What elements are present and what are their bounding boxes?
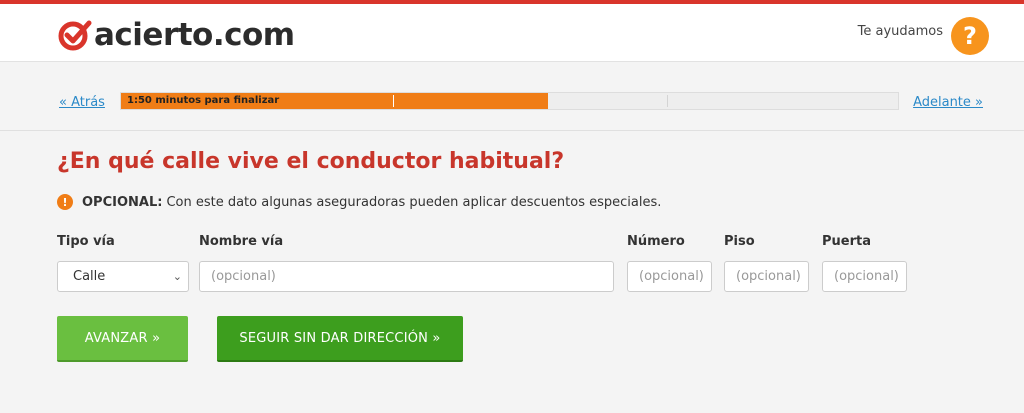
main-content: ¿En qué calle vive el conductor habitual… [0,131,1024,413]
next-link[interactable]: Adelante » [913,95,983,110]
tipo-via-label: Tipo vía [57,234,115,249]
logo[interactable]: acierto.com [58,18,295,52]
puerta-input[interactable]: (opcional) [822,261,907,292]
back-link[interactable]: « Atrás [59,95,105,110]
header: acierto.com Te ayudamos ? [0,4,1024,62]
question-title: ¿En qué calle vive el conductor habitual… [57,149,565,174]
tipo-via-value: Calle [73,269,106,284]
nombre-via-label: Nombre vía [199,234,284,249]
question-mark-icon[interactable]: ? [951,17,989,55]
help-text: Te ayudamos [857,23,943,39]
chevron-down-icon: ⌄ [172,270,182,283]
note-prefix: OPCIONAL: [82,194,163,210]
progress-section: « Atrás 1:50 minutos para finalizar Adel… [0,62,1024,131]
progress-tick [393,95,394,107]
piso-label: Piso [724,234,755,249]
progress-time-label: 1:50 minutos para finalizar [127,95,280,106]
checkmark-logo-icon [58,20,92,51]
skip-address-button[interactable]: SEGUIR SIN DAR DIRECCIÓN » [217,316,463,362]
exclamation-icon: ! [57,194,73,210]
puerta-label: Puerta [822,234,871,249]
logo-text: acierto.com [94,17,295,53]
tipo-via-select[interactable]: Calle ⌄ [57,261,189,292]
advance-button[interactable]: AVANZAR » [57,316,188,362]
numero-label: Número [627,234,685,249]
progress-tick [667,95,668,107]
nombre-via-input[interactable]: (opcional) [199,261,614,292]
note-text: Con este dato algunas aseguradoras puede… [166,194,662,210]
numero-input[interactable]: (opcional) [627,261,712,292]
progress-bar: 1:50 minutos para finalizar [120,92,899,110]
optional-note: ! OPCIONAL: Con este dato algunas asegur… [57,194,661,210]
help-widget[interactable]: Te ayudamos ? [858,17,989,55]
piso-input[interactable]: (opcional) [724,261,809,292]
